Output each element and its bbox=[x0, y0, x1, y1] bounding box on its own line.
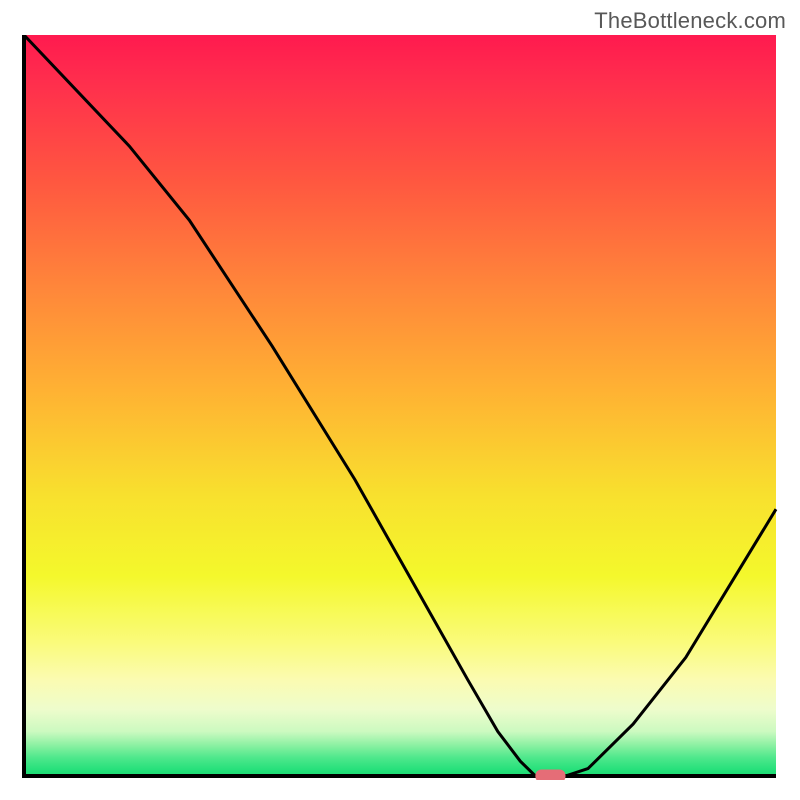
chart-svg bbox=[20, 35, 780, 780]
bottleneck-curve bbox=[24, 35, 776, 776]
watermark-text: TheBottleneck.com bbox=[594, 8, 786, 34]
plot-area bbox=[20, 35, 780, 780]
optimum-marker bbox=[535, 770, 565, 781]
axes bbox=[24, 35, 776, 776]
